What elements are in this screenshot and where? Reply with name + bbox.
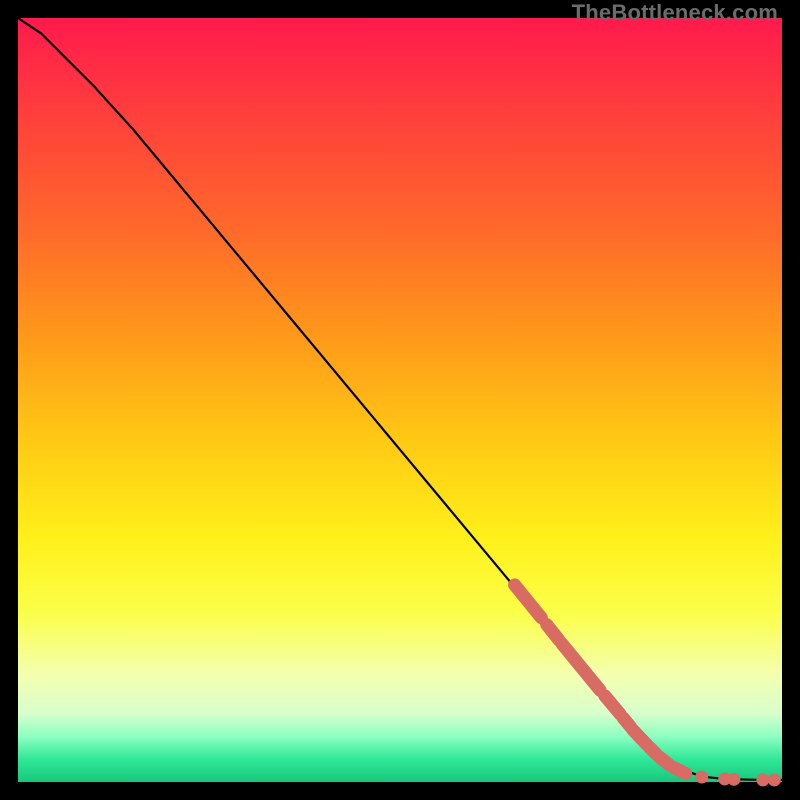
overlay-dot bbox=[727, 773, 740, 786]
plot-area bbox=[18, 18, 782, 782]
chart-frame: TheBottleneck.com bbox=[0, 0, 800, 800]
overlay-markers bbox=[515, 585, 781, 787]
overlay-dot bbox=[756, 773, 769, 786]
main-curve bbox=[18, 18, 782, 780]
overlay-dot bbox=[695, 771, 708, 784]
watermark-text: TheBottleneck.com bbox=[572, 0, 778, 26]
overlay-dash bbox=[562, 644, 600, 691]
overlay-dash bbox=[515, 585, 542, 618]
overlay-dash bbox=[547, 625, 559, 640]
overlay-dash bbox=[674, 767, 686, 773]
overlay-dot bbox=[768, 773, 781, 786]
chart-svg bbox=[18, 18, 782, 782]
overlay-dash bbox=[605, 696, 620, 714]
